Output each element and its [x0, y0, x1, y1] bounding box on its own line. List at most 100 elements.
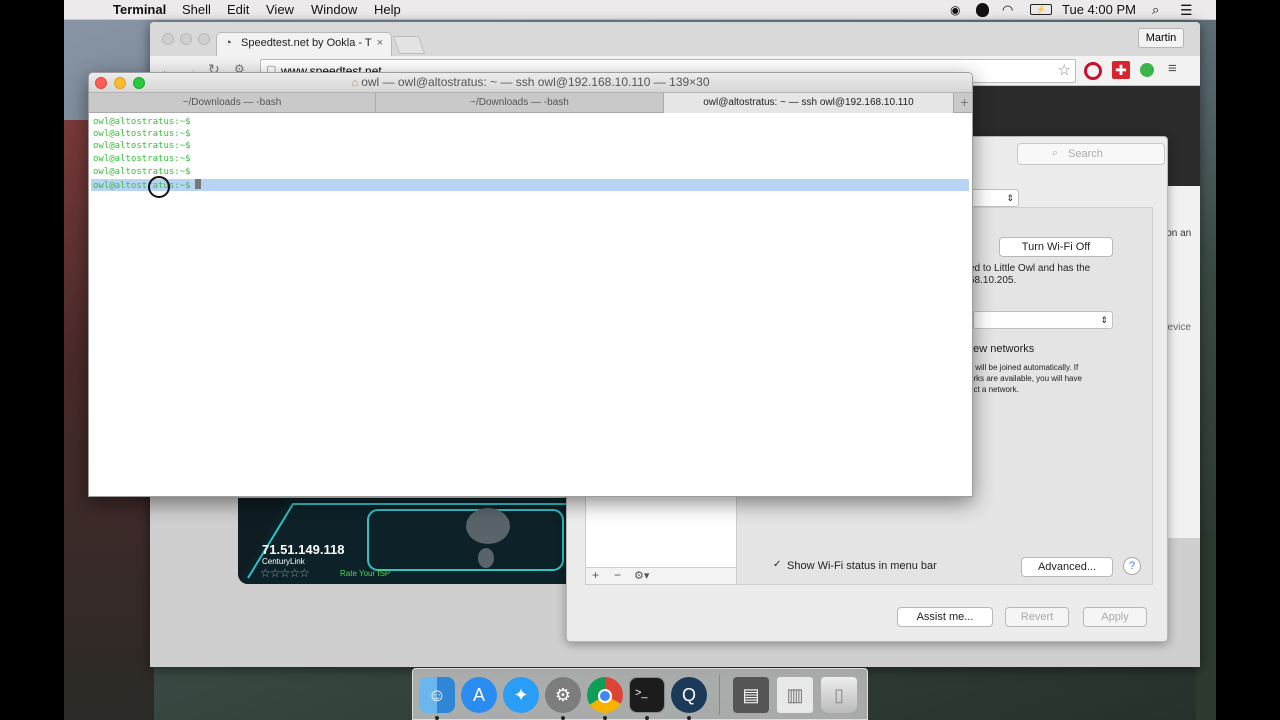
chrome-tab-strip: ◔ Speedtest.net by Ookla - T × Martin	[150, 22, 1200, 56]
prefs-search-placeholder: Search	[1068, 148, 1103, 160]
chrome-close-button[interactable]	[162, 33, 174, 45]
terminal-line: owl@altostratus:~$	[93, 128, 191, 140]
prefs-search-field[interactable]: ⌕ Search	[1017, 143, 1165, 165]
apply-button[interactable]: Apply	[1083, 607, 1147, 627]
terminal-line: owl@altostratus:~$	[93, 140, 191, 152]
rating-stars-icon[interactable]: ☆☆☆☆☆	[260, 566, 310, 580]
network-name-select[interactable]: ⇕	[973, 311, 1113, 329]
wifi-status-text-2: 68.10.205.	[969, 275, 1017, 286]
add-service-icon[interactable]: +	[592, 568, 599, 582]
ask-desc-1: s will be joined automatically. If	[969, 363, 1079, 372]
terminal-tab-bar: ~/Downloads — -bash ~/Downloads — -bash …	[89, 93, 972, 113]
menu-window[interactable]: Window	[311, 2, 357, 18]
menu-bar: Terminal Shell Edit View Window Help ◉ ◠…	[64, 0, 1216, 20]
terminal-window: ⌂ owl — owl@altostratus: ~ — ssh owl@192…	[88, 72, 973, 497]
remove-service-icon[interactable]: −	[614, 568, 621, 582]
terminal-prompt: owl@altostratus:~$	[93, 117, 191, 127]
assist-me-button[interactable]: Assist me...	[897, 607, 993, 627]
chrome-tab-speedtest[interactable]: ◔ Speedtest.net by Ookla - T ×	[216, 32, 392, 56]
location-select[interactable]: ⇕	[967, 189, 1019, 207]
service-list-controls: + − ⚙▾	[585, 567, 737, 585]
chrome-running-indicator	[603, 716, 607, 720]
green-extension-icon[interactable]	[1140, 63, 1154, 77]
terminal-title: owl — owl@altostratus: ~ — ssh owl@192.1…	[361, 75, 710, 89]
chrome-zoom-button[interactable]	[198, 33, 210, 45]
menu-edit[interactable]: Edit	[227, 2, 249, 18]
record-icon[interactable]: ◉	[950, 2, 960, 18]
chrome-tab-title: Speedtest.net by Ookla - T	[241, 37, 372, 49]
quicktime-icon[interactable]: Q	[671, 677, 707, 713]
terminal-minimize-button[interactable]	[114, 77, 126, 89]
terminal-output[interactable]: owl@altostratus:~$ owl@altostratus:~$ ow…	[89, 113, 972, 496]
terminal-prompt: owl@altostratus:~$	[93, 167, 191, 177]
safari-icon[interactable]: ✦	[503, 677, 539, 713]
desktop: Terminal Shell Edit View Window Help ◉ ◠…	[64, 0, 1216, 720]
bookmark-star-icon[interactable]: ☆	[1058, 61, 1071, 79]
terminal-line-selected: owl@altostratus:~$	[91, 179, 969, 191]
help-button[interactable]: ?	[1123, 557, 1141, 575]
show-wifi-status-label[interactable]: Show Wi-Fi status in menu bar	[787, 560, 937, 572]
terminal-cursor	[194, 179, 201, 189]
terminal-line: owl@altostratus:~$	[93, 166, 191, 178]
menu-view[interactable]: View	[266, 2, 294, 18]
gear-icon[interactable]: ⚙▾	[634, 569, 649, 582]
preview-icon[interactable]: ▥	[777, 677, 813, 713]
menu-clock[interactable]: Tue 4:00 PM	[1062, 2, 1136, 18]
app-store-icon[interactable]: A	[461, 677, 497, 713]
close-tab-icon[interactable]: ×	[377, 37, 383, 49]
terminal-tab-3[interactable]: owl@altostratus: ~ — ssh owl@192.168.10.…	[664, 93, 954, 113]
terminal-prompt: owl@altostratus:~$	[93, 154, 191, 164]
finder-icon[interactable]: ☺	[419, 677, 455, 713]
notification-center-icon[interactable]: ☰	[1180, 2, 1193, 18]
menu-help[interactable]: Help	[374, 2, 401, 18]
chrome-minimize-button[interactable]	[180, 33, 192, 45]
ask-to-join-label[interactable]: new networks	[967, 343, 1034, 355]
speedtest-ip: 71.51.149.118	[262, 542, 345, 557]
speedtest-widget: 71.51.149.118 CenturyLink ☆☆☆☆☆ Rate You…	[238, 498, 568, 584]
terminal-prompt: owl@altostratus:~$	[93, 141, 191, 151]
prefs-running-indicator	[561, 716, 565, 720]
dock-separator	[719, 675, 720, 715]
ask-desc-3: ect a network.	[969, 385, 1019, 394]
terminal-tab-1[interactable]: ~/Downloads — -bash	[89, 93, 376, 113]
spotlight-icon[interactable]: ⌕	[1152, 2, 1159, 18]
menu-app-name[interactable]: Terminal	[113, 2, 166, 18]
revert-button[interactable]: Revert	[1005, 607, 1069, 627]
terminal-icon[interactable]: >_	[629, 677, 665, 713]
home-folder-icon: ⌂	[351, 77, 362, 89]
terminal-line: owl@altostratus:~$	[93, 153, 191, 165]
terminal-zoom-button[interactable]	[133, 77, 145, 89]
opera-extension-icon[interactable]	[1084, 62, 1102, 80]
new-tab-button[interactable]	[392, 36, 426, 54]
wifi-icon[interactable]: ◠	[1002, 2, 1013, 18]
terminal-prompt: owl@altostratus:~$	[93, 129, 191, 139]
speedtest-isp: CenturyLink	[262, 557, 305, 566]
turn-wifi-off-button[interactable]: Turn Wi-Fi Off	[999, 237, 1113, 257]
trash-icon[interactable]: ▯	[821, 677, 857, 713]
menu-shell[interactable]: Shell	[182, 2, 211, 18]
terminal-close-button[interactable]	[95, 77, 107, 89]
wifi-status-text-1: ed to Little Owl and has the	[969, 263, 1091, 274]
speedtest-favicon-icon: ◔	[225, 37, 232, 49]
search-icon: ⌕	[1052, 147, 1059, 159]
system-preferences-icon[interactable]: ⚙	[545, 677, 581, 713]
scanner-icon[interactable]: ▤	[733, 677, 769, 713]
notification-icon[interactable]	[976, 3, 989, 17]
chrome-user-button[interactable]: Martin	[1138, 28, 1184, 48]
new-terminal-tab-button[interactable]: +	[955, 93, 972, 113]
terminal-prompt: owl@altostratus:~$	[93, 181, 191, 191]
terminal-line: owl@altostratus:~$	[93, 116, 191, 128]
ask-desc-2: orks are available, you will have	[969, 374, 1082, 383]
terminal-tab-2[interactable]: ~/Downloads — -bash	[376, 93, 664, 113]
chrome-menu-icon[interactable]: ≡	[1168, 60, 1177, 77]
side-text-1: ion an	[1164, 228, 1192, 239]
finder-running-indicator	[435, 716, 439, 720]
dock: ☺ A ✦ ⚙ >_ Q ▤ ▥ ▯	[412, 668, 868, 720]
rate-isp-link[interactable]: Rate Your ISP	[340, 569, 390, 578]
chrome-icon[interactable]	[587, 677, 623, 713]
advanced-button[interactable]: Advanced...	[1021, 557, 1113, 577]
lastpass-extension-icon[interactable]: ✚	[1112, 61, 1130, 79]
checkmark-icon[interactable]: ✓	[773, 559, 781, 570]
mouse-pointer-icon	[148, 176, 170, 198]
battery-icon[interactable]: ⚡	[1030, 4, 1052, 15]
